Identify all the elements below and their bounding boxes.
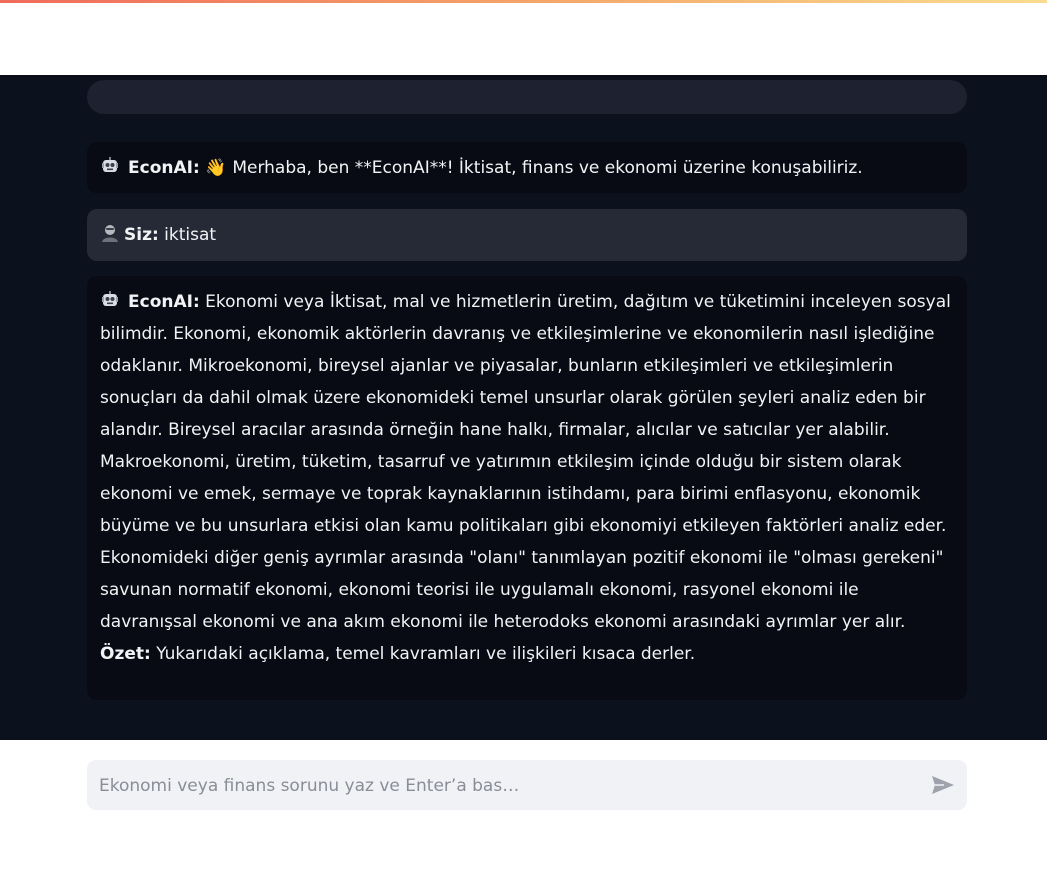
robot-icon (100, 155, 120, 175)
chat-history[interactable]: EconAI: 👋 Merhaba, ben **EconAI**! İktisa… (0, 75, 1047, 740)
summary-label: Özet: (100, 644, 151, 664)
message-text: Merhaba, ben **EconAI**! İktisat, finans… (232, 158, 863, 178)
chat-input-container[interactable] (87, 760, 967, 812)
bot-message-greeting: EconAI: 👋 Merhaba, ben **EconAI**! İktisa… (87, 142, 967, 193)
user-icon (100, 222, 120, 242)
sender-label: EconAI: (128, 292, 200, 312)
robot-icon (100, 289, 120, 309)
sender-label: Siz: (124, 225, 159, 245)
previous-message-bubble (87, 80, 967, 114)
user-message: Siz: iktisat (87, 209, 967, 261)
message-text: iktisat (164, 225, 217, 245)
summary-text: Yukarıdaki açıklama, temel kavramları ve… (156, 644, 696, 664)
summary-line: Özet: Yukarıdaki açıklama, temel kavraml… (100, 638, 955, 670)
app-header (0, 3, 1047, 75)
message-text: Ekonomi veya İktisat, mal ve hizmetlerin… (100, 292, 951, 632)
send-icon[interactable] (929, 771, 957, 799)
chat-input[interactable] (97, 760, 921, 812)
sender-label: EconAI: (128, 158, 200, 178)
chat-input-region (0, 740, 1047, 876)
waving-hand-icon: 👋 (205, 158, 227, 178)
bot-message-answer: EconAI: Ekonomi veya İktisat, mal ve hiz… (87, 276, 967, 700)
